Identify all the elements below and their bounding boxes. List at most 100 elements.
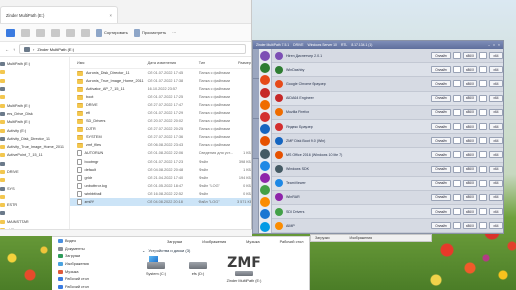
nav-item[interactable]: Рабочий стол [52, 275, 132, 283]
option-checkbox[interactable] [479, 80, 487, 88]
run-button[interactable]: Онлайн [431, 94, 451, 102]
column-date[interactable]: Дата изменения [148, 61, 199, 65]
nav-item[interactable] [0, 77, 69, 85]
view-button[interactable]: Просмотреть [133, 28, 166, 37]
app-icon[interactable] [260, 87, 270, 98]
x64-button[interactable]: x64 [489, 179, 503, 187]
nav-item[interactable]: ESTR [0, 201, 69, 209]
file-row[interactable]: Acronis_Disk_Director_11 Сб 01.07.2022 17… [70, 69, 251, 77]
file-row[interactable]: zmf_files Сб 06.08.2022 23:43 Папка с файл… [70, 141, 251, 149]
x64-button[interactable]: x64 [489, 123, 503, 131]
option-checkbox[interactable] [453, 108, 461, 116]
nav-item[interactable] [0, 176, 69, 184]
x64-button[interactable]: x64 [489, 165, 503, 173]
more-button[interactable]: ··· [172, 30, 176, 35]
file-row[interactable]: grldr Сб 21.04.2022 17:40 Файл 194 КБ [70, 174, 251, 182]
run-button[interactable]: Онлайн [431, 165, 451, 173]
x64-button[interactable]: x64 [489, 222, 503, 230]
side-tab-3[interactable] [253, 119, 259, 159]
column-size[interactable]: Размер [237, 61, 251, 65]
x86-button[interactable]: x86/Х [463, 179, 477, 187]
nav-item[interactable]: Activity_True_Image_Home_2011 [0, 143, 69, 151]
option-checkbox[interactable] [479, 208, 487, 216]
option-checkbox[interactable] [453, 123, 461, 131]
explorer-tab[interactable]: Zinder MultiPath (Е:) × [0, 6, 118, 23]
run-button[interactable]: Онлайн [431, 222, 451, 230]
nav-item[interactable]: ActivePoint_7_15_11 [0, 151, 69, 159]
app-icon[interactable] [260, 197, 270, 208]
app-icon[interactable] [260, 111, 270, 122]
nav-item[interactable] [0, 68, 69, 76]
app-icon[interactable] [260, 209, 270, 220]
option-checkbox[interactable] [479, 165, 487, 173]
run-button[interactable]: Онлайн [431, 193, 451, 201]
nav-item[interactable] [0, 209, 69, 217]
x86-button[interactable]: x86/Х [463, 165, 477, 173]
app-icon[interactable] [260, 160, 270, 171]
share-icon[interactable] [81, 28, 90, 37]
nav-item[interactable]: Музыка [52, 268, 132, 276]
quick-access-item[interactable]: Изображения [202, 240, 226, 244]
nav-item[interactable]: Видео [52, 237, 132, 245]
run-button[interactable]: Онлайн [431, 151, 451, 159]
file-row[interactable]: AUTORUN Сб 01.08.2022 22:06 Сведения для у… [70, 149, 251, 157]
nav-item[interactable]: MultiPath (E:) [0, 118, 69, 126]
app-icon[interactable] [260, 99, 270, 110]
option-checkbox[interactable] [479, 151, 487, 159]
option-checkbox[interactable] [453, 80, 461, 88]
x64-button[interactable]: x64 [489, 94, 503, 102]
x86-button[interactable]: x86/Х [463, 108, 477, 116]
x64-button[interactable]: x64 [489, 193, 503, 201]
option-checkbox[interactable] [479, 66, 487, 74]
up-arrow-icon[interactable]: ↑ [13, 47, 15, 52]
x86-button[interactable]: x86/Х [463, 222, 477, 230]
nav-item[interactable]: Activity (E:) [0, 126, 69, 134]
run-button[interactable]: Онлайн [431, 80, 451, 88]
file-row[interactable]: zmf/Y Сб 04.08.2022 20:18 Файл "LOG" 3 571 … [70, 197, 251, 206]
copy-icon[interactable] [36, 28, 45, 37]
x86-button[interactable]: x86/Х [463, 52, 477, 60]
nav-item[interactable]: ers_Drive_Disk [0, 110, 69, 118]
nav-item[interactable]: DRIVE [0, 168, 69, 176]
file-row[interactable]: bootmgr Сб 01.07.2022 17:23 Файл 398 КБ [70, 158, 251, 166]
option-checkbox[interactable] [453, 165, 461, 173]
file-row[interactable]: SYSTEM Сб 27.07.2022 17:36 Папка с файлами [70, 133, 251, 141]
file-row[interactable]: SD_Drivers Сб 20.07.2022 20:02 Папка с фай… [70, 117, 251, 125]
devices-group-header[interactable]: ⌄ Устройства и диски (3) [132, 246, 309, 254]
app-icon[interactable] [260, 75, 270, 86]
app-icon[interactable] [260, 124, 270, 135]
x64-button[interactable]: x64 [489, 52, 503, 60]
app-icon[interactable] [260, 185, 270, 196]
nav-item[interactable]: MultiPath (E:) [0, 101, 69, 109]
x86-button[interactable]: x86/Х [463, 123, 477, 131]
back-arrow-icon[interactable]: ← [5, 47, 9, 52]
file-row[interactable]: DRIVE Сб 27.07.2022 17:47 Папка с файлами [70, 101, 251, 109]
nav-item[interactable]: Документы [52, 245, 132, 253]
x64-button[interactable]: x64 [489, 137, 503, 145]
column-type[interactable]: Тип [199, 61, 238, 65]
drive-system-c[interactable]: System (C:) [142, 256, 170, 283]
option-checkbox[interactable] [453, 137, 461, 145]
option-checkbox[interactable] [479, 222, 487, 230]
nav-item[interactable]: SYS [0, 184, 69, 192]
x64-button[interactable]: x64 [489, 208, 503, 216]
sort-button[interactable]: Сортировать [96, 28, 128, 37]
run-button[interactable]: Онлайн [431, 66, 451, 74]
option-checkbox[interactable] [453, 52, 461, 60]
x86-button[interactable]: x86/Х [463, 193, 477, 201]
app-icon[interactable] [260, 136, 270, 147]
quick-access-item[interactable]: Загрузки [167, 240, 182, 244]
file-row[interactable]: efi Сб 01.07.2022 17:29 Папка с файлами [70, 109, 251, 117]
nav-item[interactable]: Изображения [52, 260, 132, 268]
maximize-icon[interactable]: □ [493, 43, 495, 47]
quick-access-item[interactable]: Рабочий стол [280, 240, 304, 244]
x86-button[interactable]: x86/Х [463, 80, 477, 88]
option-checkbox[interactable] [479, 52, 487, 60]
x64-button[interactable]: x64 [489, 151, 503, 159]
app-icon[interactable] [260, 63, 270, 74]
option-checkbox[interactable] [479, 94, 487, 102]
file-row[interactable]: Acronis_True_Image_Home_2011 Сб 01.07.202… [70, 77, 251, 85]
run-button[interactable]: Онлайн [431, 137, 451, 145]
option-checkbox[interactable] [453, 94, 461, 102]
drive-zmf-e[interactable]: ZMF Zinder MultiPath (E:) [226, 256, 262, 283]
